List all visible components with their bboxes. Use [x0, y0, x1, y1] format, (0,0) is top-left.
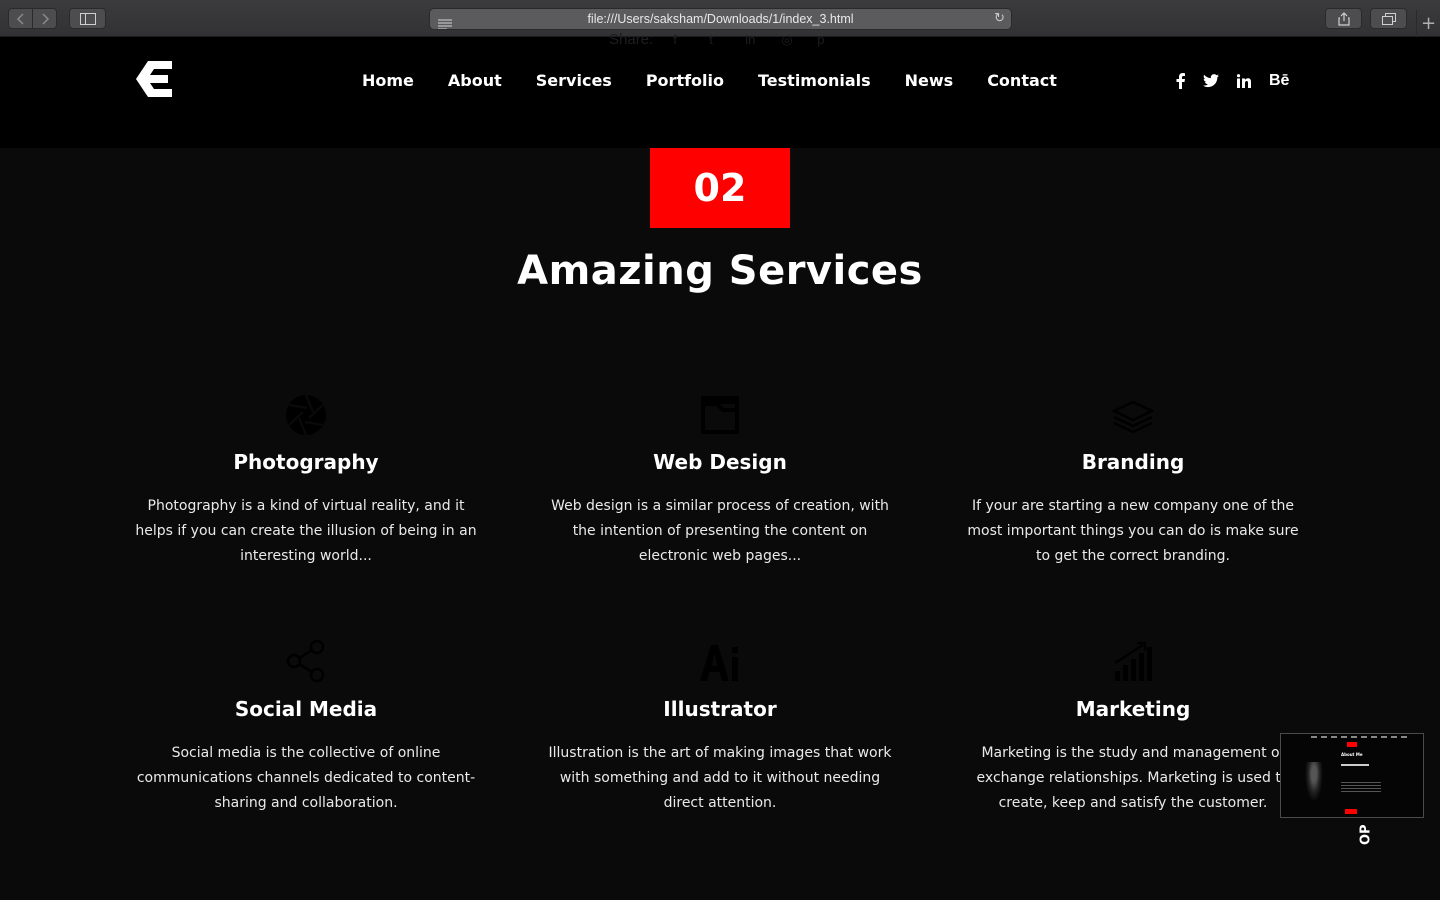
site-header: Share: f t in ◎ p Home About Services Po… — [0, 31, 1440, 148]
tab-overview-button[interactable] — [1370, 8, 1407, 29]
nav-testimonials[interactable]: Testimonials — [758, 71, 871, 90]
new-tab-button[interactable]: + — [1416, 10, 1440, 37]
thumbnail-lines — [1341, 782, 1381, 792]
back-button[interactable] — [8, 8, 33, 29]
thumbnail-nav — [1311, 736, 1411, 738]
camera-aperture-icon — [126, 390, 486, 436]
address-bar[interactable]: file:///Users/saksham/Downloads/1/index_… — [429, 8, 1012, 30]
nav-contact[interactable]: Contact — [987, 71, 1057, 90]
social-links: Bē — [1176, 71, 1307, 91]
share-icon — [126, 637, 486, 683]
twitter-icon: t — [709, 31, 713, 47]
site-logo[interactable] — [134, 59, 174, 99]
logo-e-icon — [136, 61, 172, 97]
service-card-branding: Branding If your are starting a new comp… — [953, 390, 1313, 569]
chevron-left-icon — [16, 12, 24, 25]
reload-icon[interactable]: ↻ — [994, 11, 1005, 26]
back-to-top-link[interactable]: OP — [1357, 822, 1375, 848]
sidebar-toggle-button[interactable] — [69, 8, 106, 29]
share-label: Share: — [609, 31, 654, 48]
service-description: If your are starting a new company one o… — [967, 498, 1299, 564]
nav-home[interactable]: Home — [362, 71, 414, 90]
service-title: Photography — [233, 450, 379, 474]
linkedin-icon[interactable] — [1237, 71, 1251, 91]
service-description: Illustration is the art of making images… — [548, 745, 892, 811]
linkedin-icon: in — [745, 31, 756, 47]
service-description: Marketing is the study and management of… — [976, 745, 1290, 811]
screenshot-thumbnail[interactable]: About Me — [1280, 733, 1424, 818]
instagram-icon: ◎ — [781, 31, 793, 47]
section-number-badge: 02 — [650, 148, 790, 228]
service-title: Social Media — [234, 697, 378, 721]
faint-share-row: Share: f t in ◎ p — [609, 31, 833, 48]
service-card-marketing: Marketing Marketing is the study and man… — [953, 637, 1313, 816]
service-description: Social media is the collective of online… — [136, 745, 476, 811]
nav-portfolio[interactable]: Portfolio — [646, 71, 724, 90]
pinterest-icon: p — [817, 31, 825, 47]
forward-button[interactable] — [32, 8, 57, 29]
thumbnail-title: About Me — [1341, 752, 1363, 757]
chevron-right-icon — [41, 12, 49, 25]
nav-services[interactable]: Services — [536, 71, 612, 90]
service-card-web-design: Web Design Web design is a similar proce… — [540, 390, 900, 569]
thumbnail-badge — [1347, 742, 1357, 747]
service-card-illustrator: Illustrator Illustration is the art of m… — [540, 637, 900, 816]
thumbnail-text — [1341, 764, 1369, 766]
share-box-icon — [1337, 11, 1350, 26]
growth-chart-icon — [953, 637, 1313, 683]
twitter-icon[interactable] — [1203, 71, 1219, 91]
history-buttons — [8, 8, 57, 29]
facebook-icon[interactable] — [1176, 71, 1185, 91]
service-title: Marketing — [1075, 697, 1191, 721]
nav-news[interactable]: News — [905, 71, 954, 90]
behance-icon[interactable]: Bē — [1269, 71, 1289, 91]
facebook-icon: f — [673, 31, 677, 47]
service-description: Photography is a kind of virtual reality… — [135, 498, 477, 564]
url-text: file:///Users/saksham/Downloads/1/index_… — [587, 12, 854, 26]
thumbnail-portrait — [1305, 762, 1323, 802]
share-button[interactable] — [1325, 8, 1362, 29]
thumbnail-button — [1345, 809, 1357, 814]
sidebar-icon — [79, 12, 96, 25]
section-title: Amazing Services — [517, 248, 923, 294]
service-card-photography: Photography Photography is a kind of vir… — [126, 390, 486, 569]
tabs-icon — [1381, 12, 1396, 25]
service-description: Web design is a similar process of creat… — [551, 498, 889, 564]
service-title: Web Design — [653, 450, 787, 474]
main-navigation: Home About Services Portfolio Testimonia… — [362, 71, 1091, 90]
illustrator-icon — [540, 637, 900, 683]
service-title: Illustrator — [663, 697, 777, 721]
browser-window-icon — [540, 390, 900, 436]
layers-icon — [953, 390, 1313, 436]
service-card-social-media: Social Media Social media is the collect… — [126, 637, 486, 816]
service-title: Branding — [1081, 450, 1185, 474]
services-section: 02 Amazing Services Photography Photogra… — [0, 148, 1440, 900]
nav-about[interactable]: About — [448, 71, 502, 90]
